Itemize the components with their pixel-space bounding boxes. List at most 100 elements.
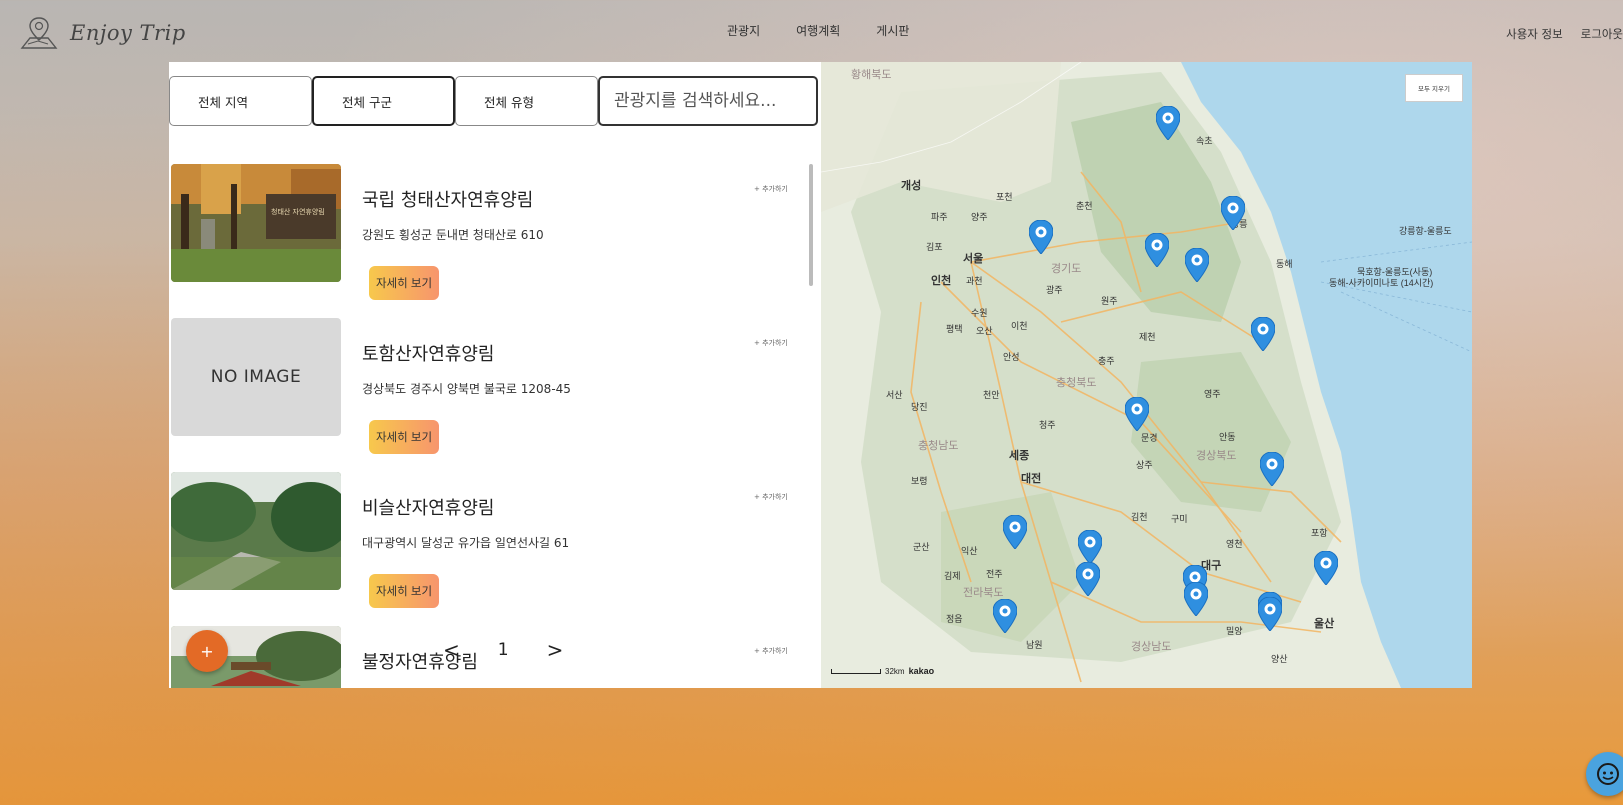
- map-place-label: 개성: [901, 180, 922, 192]
- map-place-label: 전주: [986, 569, 1003, 579]
- map-place-label: 황해북도: [851, 69, 892, 81]
- add-fab-button[interactable]: +: [186, 630, 228, 672]
- map-place-label: 원주: [1101, 296, 1118, 306]
- attraction-thumbnail[interactable]: NO IMAGE: [171, 318, 341, 436]
- list-item: NO IMAGE 토함산자연휴양림 경상북도 경주시 양북면 불국로 1208-…: [169, 318, 809, 454]
- map-marker-pin-icon[interactable]: [1078, 530, 1102, 564]
- map-place-label: 오산: [976, 326, 993, 336]
- region-select[interactable]: 전체 지역: [169, 76, 312, 126]
- map-scale: 32km kakao: [831, 666, 934, 676]
- map-place-label: 보령: [911, 476, 928, 486]
- district-select[interactable]: 전체 구군: [312, 76, 455, 126]
- map-marker-pin-icon[interactable]: [1156, 106, 1180, 140]
- attraction-title: 국립 청태산자연휴양림: [362, 190, 534, 211]
- map-place-label: 안동: [1219, 432, 1236, 442]
- list-item: 비슬산자연휴양림 대구광역시 달성군 유가읍 일연선사길 61 자세히 보기 +…: [169, 472, 809, 608]
- map-place-label: 충청남도: [918, 440, 959, 452]
- map-marker-pin-icon[interactable]: [1221, 196, 1245, 230]
- map-place-label: 강릉항-울릉도: [1399, 226, 1452, 236]
- clear-markers-button[interactable]: 모두 지우기: [1405, 74, 1463, 102]
- map-place-label: 포항: [1311, 528, 1328, 538]
- map-place-label: 파주: [931, 212, 948, 222]
- map-place-label: 김포: [926, 242, 943, 252]
- scale-bar: [831, 668, 881, 674]
- chat-button[interactable]: [1586, 752, 1623, 796]
- map-place-label: 영천: [1226, 539, 1243, 549]
- detail-button[interactable]: 자세히 보기: [369, 266, 439, 300]
- nav-user-info[interactable]: 사용자 정보: [1506, 26, 1563, 42]
- add-to-plan-link[interactable]: + 추가하기: [754, 184, 788, 194]
- map-place-label: 대전: [1021, 473, 1042, 485]
- detail-button[interactable]: 자세히 보기: [369, 420, 439, 454]
- map-marker-pin-icon[interactable]: [1185, 248, 1209, 282]
- map-place-label: 밀양: [1226, 626, 1243, 636]
- map-place-label: 문경: [1141, 433, 1158, 443]
- map-place-label: 제천: [1139, 332, 1156, 342]
- add-to-plan-link[interactable]: + 추가하기: [754, 338, 788, 348]
- user-nav: 사용자 정보 로그아웃: [1506, 26, 1623, 42]
- prev-page-button[interactable]: <: [443, 638, 460, 662]
- map-place-label: 남원: [1026, 640, 1043, 650]
- search-input[interactable]: [598, 76, 818, 126]
- map-place-label: 상주: [1136, 460, 1153, 470]
- map-place-label: 경상남도: [1131, 641, 1172, 653]
- map-marker-pin-icon[interactable]: [1314, 551, 1338, 585]
- map-place-label: 전라북도: [963, 587, 1004, 599]
- map-marker-pin-icon[interactable]: [993, 599, 1017, 633]
- map-marker-pin-icon[interactable]: [1076, 562, 1100, 596]
- top-header: Enjoy Trip 관광지 여행계획 게시판 사용자 정보 로그아웃: [0, 0, 1623, 64]
- kakao-logo: kakao: [908, 666, 935, 676]
- add-to-plan-link[interactable]: + 추가하기: [754, 646, 788, 656]
- map-place-label: 세종: [1009, 450, 1030, 462]
- map-place-label: 인천: [931, 275, 952, 287]
- map-marker-pin-icon[interactable]: [1260, 452, 1284, 486]
- nav-trip-plan[interactable]: 여행계획: [796, 22, 840, 39]
- map-place-label: 과천: [966, 276, 983, 286]
- sign-text: 청태산 자연휴양림: [271, 207, 325, 216]
- filter-bar: 전체 지역 전체 구군 전체 유형: [169, 76, 818, 128]
- no-image-text: NO IMAGE: [210, 367, 302, 387]
- attraction-thumbnail[interactable]: [171, 472, 341, 590]
- map-place-label: 구미: [1171, 514, 1188, 524]
- attraction-list-panel: 전체 지역 전체 구군 전체 유형 청태산 자연휴양림: [169, 62, 821, 688]
- map-marker-pin-icon[interactable]: [1251, 317, 1275, 351]
- map-place-label: 동해-사카이미나토 (14시간): [1329, 278, 1434, 288]
- map-marker-pin-icon[interactable]: [1003, 515, 1027, 549]
- logo[interactable]: Enjoy Trip: [18, 14, 186, 52]
- nav-attractions[interactable]: 관광지: [727, 22, 760, 39]
- logo-text: Enjoy Trip: [70, 21, 186, 45]
- nav-board[interactable]: 게시판: [876, 22, 909, 39]
- kakao-map[interactable]: 황해북도 개성 서울 인천 춘천 속초 강릉 동해 원주 제천 충주 충청북도 충청남도 세종 대전 천안 청주…: [821, 62, 1472, 688]
- map-place-label: 안성: [1003, 352, 1020, 362]
- map-place-label: 충청북도: [1056, 377, 1097, 389]
- attraction-thumbnail[interactable]: 청태산 자연휴양림: [171, 164, 341, 282]
- map-place-label: 평택: [946, 324, 963, 334]
- map-place-label: 김천: [1131, 512, 1148, 522]
- nav-logout[interactable]: 로그아웃: [1581, 26, 1623, 42]
- forest-road-image: [171, 472, 341, 590]
- map-place-label: 양산: [1271, 654, 1288, 664]
- page-number[interactable]: 1: [498, 640, 509, 660]
- attraction-address: 강원도 횡성군 둔내면 청태산로 610: [362, 228, 544, 242]
- next-page-button[interactable]: >: [547, 638, 564, 662]
- map-place-label: 군산: [913, 542, 930, 552]
- map-place-label: 정읍: [946, 614, 963, 624]
- map-marker-pin-icon[interactable]: [1029, 220, 1053, 254]
- scale-label: 32km: [885, 666, 905, 676]
- detail-button[interactable]: 자세히 보기: [369, 574, 439, 608]
- list-scrollbar[interactable]: [809, 164, 813, 286]
- map-place-label: 서산: [886, 390, 903, 400]
- map-terrain: [821, 62, 1472, 688]
- map-marker-pin-icon[interactable]: [1145, 233, 1169, 267]
- type-select[interactable]: 전체 유형: [455, 76, 598, 126]
- map-marker-pin-icon[interactable]: [1258, 597, 1282, 631]
- map-place-label: 충주: [1098, 356, 1115, 366]
- map-place-label: 광주: [1046, 285, 1063, 295]
- map-marker-pin-icon[interactable]: [1184, 582, 1208, 616]
- map-place-label: 울산: [1314, 618, 1335, 630]
- map-marker-pin-icon[interactable]: [1125, 397, 1149, 431]
- map-place-label: 포천: [996, 192, 1013, 202]
- add-to-plan-link[interactable]: + 추가하기: [754, 492, 788, 502]
- pagination: < 1 >: [443, 638, 563, 662]
- map-place-label: 당진: [911, 402, 928, 412]
